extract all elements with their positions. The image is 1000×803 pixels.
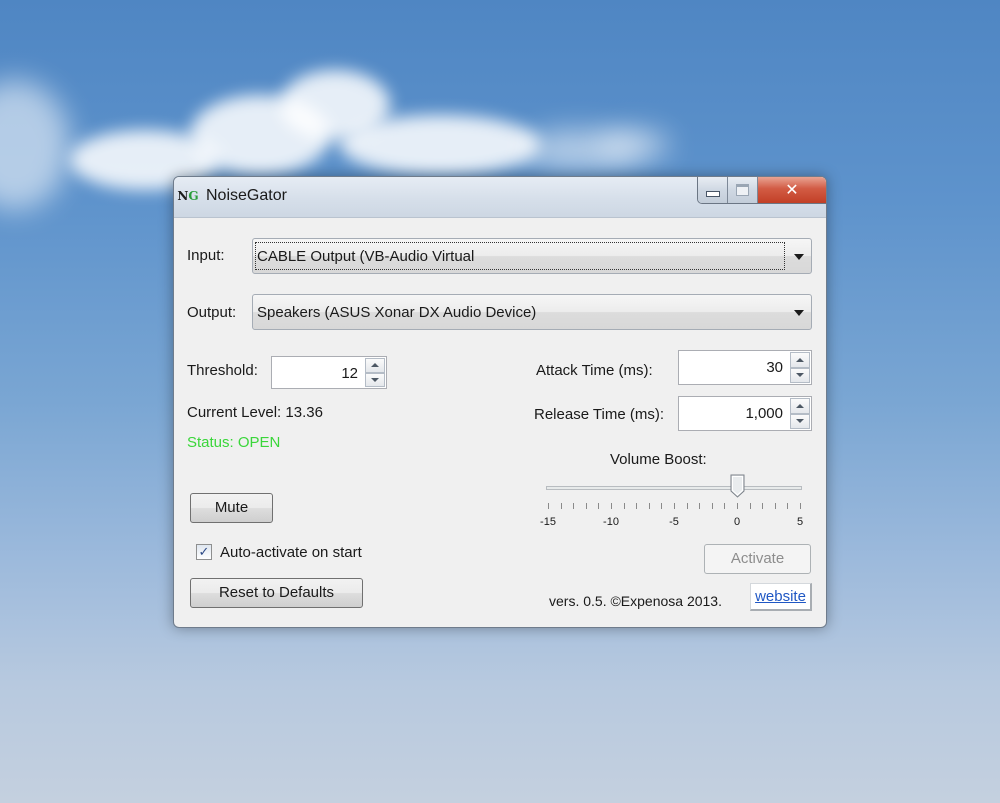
release-time-decrement-button[interactable] — [790, 413, 810, 429]
slider-tick-label: 0 — [733, 516, 741, 528]
slider-tick — [636, 503, 637, 509]
attack-time-increment-button[interactable] — [790, 352, 810, 368]
input-device-dropdown[interactable]: CABLE Output (VB-Audio Virtual — [252, 238, 812, 274]
threshold-label: Threshold: — [187, 362, 258, 379]
checkmark-icon: ✓ — [198, 544, 210, 559]
arrow-up-icon — [796, 357, 804, 362]
slider-tick — [649, 503, 650, 509]
mute-button[interactable]: Mute — [190, 493, 273, 523]
slider-tick — [624, 503, 625, 509]
status-indicator: Status: OPEN — [187, 434, 281, 451]
current-level-readout: Current Level: 13.36 — [187, 404, 323, 421]
minimize-button[interactable] — [698, 177, 728, 203]
arrow-down-icon — [796, 373, 804, 378]
slider-tick-label: -5 — [669, 516, 679, 528]
noisegator-app-icon: NG — [177, 189, 199, 203]
auto-activate-checkbox[interactable]: ✓ — [196, 544, 212, 560]
title-bar[interactable]: NG NoiseGator ✕ — [174, 177, 826, 218]
slider-tick — [674, 503, 675, 509]
reset-to-defaults-button[interactable]: Reset to Defaults — [190, 578, 363, 608]
threshold-decrement-button[interactable] — [365, 372, 385, 387]
arrow-up-icon — [371, 363, 379, 368]
slider-tick-label: 5 — [796, 516, 804, 528]
slider-tick — [800, 503, 801, 509]
auto-activate-label: Auto-activate on start — [220, 544, 362, 561]
minimize-icon — [705, 191, 720, 197]
slider-tick — [611, 503, 612, 509]
close-icon: ✕ — [785, 182, 799, 199]
attack-time-label: Attack Time (ms): — [536, 362, 653, 379]
caption-buttons: ✕ — [697, 177, 826, 204]
slider-tick-label: -10 — [603, 516, 619, 528]
attack-time-decrement-button[interactable] — [790, 367, 810, 383]
threshold-increment-button[interactable] — [365, 358, 385, 373]
output-label: Output: — [187, 304, 237, 321]
slider-tick — [699, 503, 700, 509]
threshold-spinner[interactable]: 12 — [271, 356, 387, 389]
maximize-icon — [736, 184, 749, 196]
release-time-label: Release Time (ms): — [534, 406, 665, 423]
activate-button[interactable]: Activate — [704, 544, 811, 574]
output-device-value: Speakers (ASUS Xonar DX Audio Device) — [257, 304, 537, 321]
volume-boost-label: Volume Boost: — [610, 451, 707, 468]
slider-tick — [561, 503, 562, 509]
dropdown-arrow-icon — [794, 310, 804, 316]
slider-tick — [586, 503, 587, 509]
slider-tick — [762, 503, 763, 509]
slider-tick — [548, 503, 549, 509]
release-time-value: 1,000 — [745, 405, 783, 422]
volume-boost-thumb[interactable] — [730, 474, 745, 498]
release-time-increment-button[interactable] — [790, 398, 810, 414]
slider-tick — [712, 503, 713, 509]
arrow-down-icon — [796, 419, 804, 424]
attack-time-spinner[interactable]: 30 — [678, 350, 812, 385]
slider-tick-label: -15 — [540, 516, 556, 528]
slider-tick — [687, 503, 688, 509]
slider-tick — [787, 503, 788, 509]
arrow-down-icon — [371, 377, 379, 382]
window-title: NoiseGator — [206, 187, 287, 204]
arrow-up-icon — [796, 403, 804, 408]
release-time-spinner[interactable]: 1,000 — [678, 396, 812, 431]
input-label: Input: — [187, 247, 225, 264]
output-device-dropdown[interactable]: Speakers (ASUS Xonar DX Audio Device) — [252, 294, 812, 330]
slider-tick — [661, 503, 662, 509]
version-text: vers. 0.5. ©Expenosa 2013. — [549, 593, 722, 609]
slider-tick — [737, 503, 738, 509]
slider-tick — [598, 503, 599, 509]
close-button[interactable]: ✕ — [758, 177, 826, 203]
slider-tick — [573, 503, 574, 509]
attack-time-value: 30 — [766, 359, 783, 376]
slider-tick — [724, 503, 725, 509]
dropdown-arrow-icon — [794, 254, 804, 260]
slider-tick — [775, 503, 776, 509]
volume-boost-track[interactable] — [546, 486, 802, 490]
threshold-value: 12 — [341, 365, 358, 382]
input-device-value: CABLE Output (VB-Audio Virtual — [257, 248, 475, 265]
maximize-button[interactable] — [728, 177, 758, 203]
slider-tick — [750, 503, 751, 509]
noisegator-window: NG NoiseGator ✕ Input: CABLE Output (VB-… — [173, 176, 827, 628]
website-link[interactable]: website — [750, 583, 812, 611]
